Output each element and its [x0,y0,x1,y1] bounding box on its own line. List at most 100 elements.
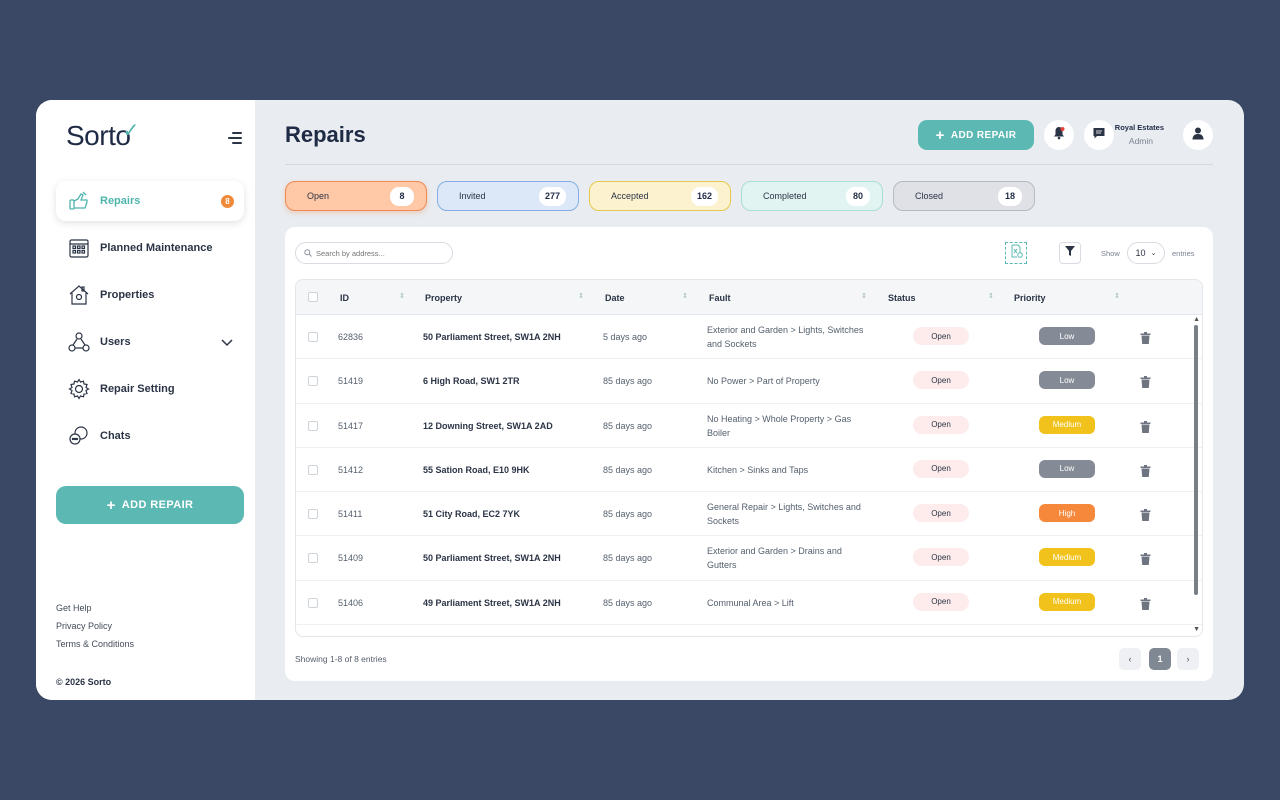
trash-icon[interactable] [1140,552,1152,566]
sort-icon[interactable]: ⇕ [861,292,867,300]
scroll-down-icon[interactable]: ▼ [1193,626,1200,633]
copyright: © 2026 Sorto [56,677,112,687]
row-property[interactable]: 49 Parliament Street, SW1A 2NH [423,598,561,608]
prev-page-button[interactable]: ‹ [1119,648,1141,670]
row-checkbox[interactable] [308,332,318,342]
row-checkbox[interactable] [308,376,318,387]
row-date: 85 days ago [603,553,653,564]
trash-icon[interactable] [1140,464,1152,477]
footer-links: Get Help Privacy Policy Terms & Conditio… [56,603,134,657]
row-date: 85 days ago [603,376,653,387]
column-header-fault[interactable]: Fault [709,293,731,303]
sidebar-item-label: Planned Maintenance [100,242,213,254]
status-badge: Open [913,327,969,345]
row-checkbox[interactable] [308,553,318,564]
plus-icon: + [935,126,945,144]
sidebar-item-repair-setting[interactable]: Repair Setting [56,369,244,409]
table-row[interactable]: 62836 50 Parliament Street, SW1A 2NH 5 day… [296,315,1202,360]
priority-badge: High [1039,504,1095,523]
column-header-date[interactable]: Date [605,293,625,303]
tab-closed[interactable]: Closed 18 [893,181,1035,211]
table-row[interactable]: 51412 55 Sation Road, E10 9HK 85 days ago K… [296,448,1202,493]
table-row[interactable]: 51417 12 Downing Street, SW1A 2AD 85 days … [296,404,1202,448]
export-excel-button[interactable] [1005,242,1027,264]
column-header-property[interactable]: Property [425,293,462,303]
privacy-policy-link[interactable]: Privacy Policy [56,621,134,631]
row-checkbox[interactable] [308,464,318,475]
scroll-up-icon[interactable]: ▲ [1193,316,1200,323]
row-fault: Communal Area > Lift [707,597,794,608]
table-row[interactable]: 51409 50 Parliament Street, SW1A 2NH 85 da… [296,536,1202,581]
row-checkbox[interactable] [308,420,318,431]
scrollbar[interactable] [1194,325,1198,595]
user-role: Admin [1128,136,1153,146]
app-window: Sorto✓ Repairs 8 Planned Maintenance Pro… [36,100,1244,700]
sidebar-item-repairs[interactable]: Repairs 8 [56,181,244,221]
tab-invited[interactable]: Invited 277 [437,181,579,211]
tab-completed[interactable]: Completed 80 [741,181,883,211]
avatar[interactable] [1183,120,1213,150]
tab-count: 8 [390,186,414,206]
column-header-status[interactable]: Status [888,293,916,303]
row-property[interactable]: 55 Sation Road, E10 9HK [423,465,530,475]
sidebar-add-repair-button[interactable]: + ADD REPAIR [56,486,244,524]
row-property[interactable]: 6 High Road, SW1 2TR [423,376,520,386]
repairs-table: ID ⇕ Property ⇕ Date ⇕ Fault ⇕ Status ⇕ … [295,279,1203,637]
trash-icon[interactable] [1140,508,1152,522]
trash-icon[interactable] [1140,331,1152,344]
sort-icon[interactable]: ⇕ [988,292,994,300]
tab-open[interactable]: Open 8 [285,181,427,211]
sidebar-item-label: Repair Setting [100,383,175,395]
row-fault: Exterior and Garden > Drains and Gutters [707,546,842,571]
terms-link[interactable]: Terms & Conditions [56,639,134,649]
row-fault: Exterior and Garden > Lights, Switches a… [707,325,864,349]
tab-label: Closed [915,191,944,201]
table-row[interactable]: 51419 6 High Road, SW1 2TR 85 days ago No P… [296,359,1202,404]
sort-icon[interactable]: ⇕ [682,292,688,300]
menu-toggle-icon[interactable] [226,132,242,146]
pagination-summary: Showing 1-8 of 8 entries [295,654,387,664]
trash-icon[interactable] [1140,597,1152,610]
row-property[interactable]: 51 City Road, EC2 7YK [423,509,520,519]
main-content: Repairs + ADD REPAIR Royal Estates Admin… [255,100,1244,700]
row-property[interactable]: 50 Parliament Street, SW1A 2NH [423,553,561,563]
column-header-id[interactable]: ID [340,293,349,303]
row-property[interactable]: 12 Downing Street, SW1A 2AD [423,421,553,431]
next-page-button[interactable]: › [1177,648,1199,670]
chevron-down-icon[interactable] [220,335,234,353]
search-input[interactable] [316,248,446,258]
row-checkbox[interactable] [308,509,318,520]
sort-icon[interactable]: ⇕ [399,292,405,300]
get-help-link[interactable]: Get Help [56,603,134,613]
row-checkbox[interactable] [308,597,318,608]
sidebar-item-planned-maintenance[interactable]: Planned Maintenance [56,228,244,268]
priority-badge: Medium [1039,548,1095,567]
page-size-select[interactable]: 10 ⌄ [1127,242,1165,264]
column-header-priority[interactable]: Priority [1014,293,1046,303]
sort-icon[interactable]: ⇕ [1114,292,1120,300]
select-all-checkbox[interactable] [308,292,318,302]
header-add-repair-button[interactable]: + ADD REPAIR [918,120,1034,150]
filter-button[interactable] [1059,242,1081,264]
sidebar-item-users[interactable]: Users [56,322,244,362]
entries-label: entries [1172,249,1195,258]
tab-count: 162 [690,186,718,206]
notifications-button[interactable] [1044,120,1074,150]
tab-accepted[interactable]: Accepted 162 [589,181,731,211]
chevron-down-icon: ⌄ [1150,250,1157,257]
sidebar-item-properties[interactable]: Properties [56,275,244,315]
sidebar-item-label: Chats [100,430,131,442]
row-date: 85 days ago [603,420,653,431]
status-badge: Open [913,504,969,523]
sidebar-item-chats[interactable]: Chats [56,416,244,456]
trash-icon[interactable] [1140,420,1152,433]
sort-icon[interactable]: ⇕ [578,292,584,300]
users-network-icon [68,331,90,353]
table-row[interactable]: 51406 49 Parliament Street, SW1A 2NH 85 da… [296,581,1202,626]
row-property[interactable]: 50 Parliament Street, SW1A 2NH [423,332,561,342]
status-badge: Open [913,371,969,390]
page-button-current[interactable]: 1 [1149,648,1171,670]
trash-icon[interactable] [1140,375,1152,389]
table-row[interactable]: 51411 51 City Road, EC2 7YK 85 days ago Gen… [296,492,1202,537]
chat-bubbles-icon [68,425,90,447]
